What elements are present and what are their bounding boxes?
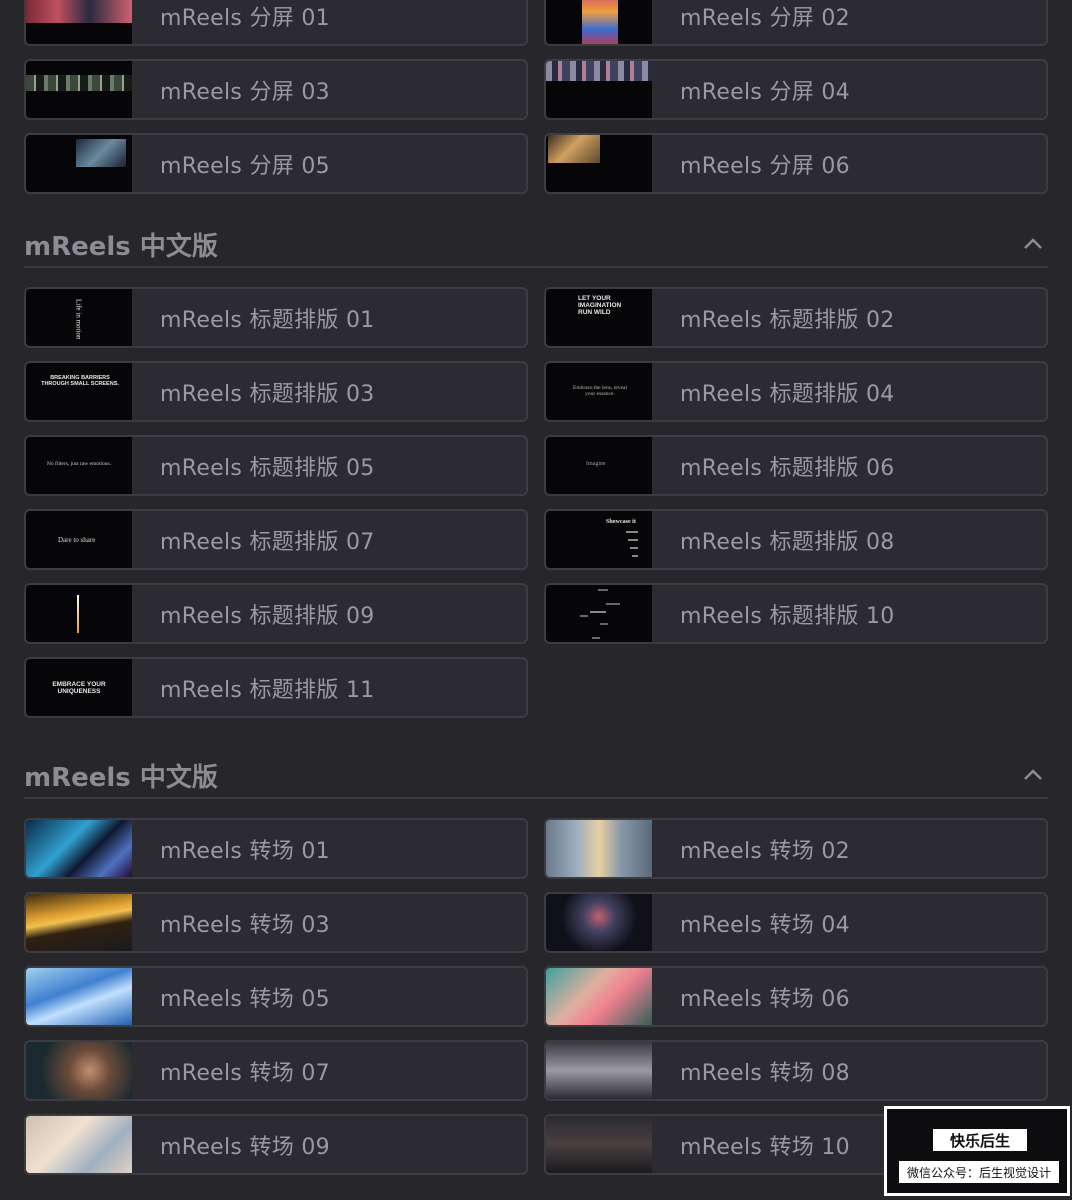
thumbnail <box>546 1042 652 1099</box>
thumbnail: EMBRACE YOUR UNIQUENESS <box>26 659 132 716</box>
chevron-up-icon[interactable] <box>1020 762 1046 788</box>
card-label: mReels 标题排版 03 <box>160 381 375 407</box>
card-label: mReels 分屏 02 <box>680 5 850 31</box>
preset-card-transition-04[interactable]: mReels 转场 04 <box>544 892 1048 953</box>
preset-card-split-05[interactable]: mReels 分屏 05 <box>24 133 528 194</box>
thumbnail: No filters, just raw emotions. <box>26 437 132 494</box>
preset-card-title-01[interactable]: Life in motion mReels 标题排版 01 <box>24 287 528 348</box>
card-label: mReels 标题排版 02 <box>680 307 895 333</box>
preset-card-transition-07[interactable]: mReels 转场 07 <box>24 1040 528 1101</box>
thumbnail <box>26 135 132 192</box>
thumbnail: Embrace the lens, reveal your essence. <box>546 363 652 420</box>
card-label: mReels 转场 05 <box>160 986 330 1012</box>
thumbnail: Showcase it <box>546 511 652 568</box>
thumbnail <box>546 820 652 877</box>
preset-card-title-04[interactable]: Embrace the lens, reveal your essence. m… <box>544 361 1048 422</box>
card-label: mReels 转场 01 <box>160 838 330 864</box>
preset-card-transition-06[interactable]: mReels 转场 06 <box>544 966 1048 1027</box>
card-label: mReels 分屏 03 <box>160 79 330 105</box>
thumbnail <box>546 61 652 118</box>
card-label: mReels 标题排版 04 <box>680 381 895 407</box>
preset-card-title-02[interactable]: LET YOUR IMAGINATION RUN WILD mReels 标题排… <box>544 287 1048 348</box>
preset-card-title-05[interactable]: No filters, just raw emotions. mReels 标题… <box>24 435 528 496</box>
card-label: mReels 标题排版 10 <box>680 603 895 629</box>
preset-card-transition-05[interactable]: mReels 转场 05 <box>24 966 528 1027</box>
preset-card-transition-01[interactable]: mReels 转场 01 <box>24 818 528 879</box>
preset-card-transition-03[interactable]: mReels 转场 03 <box>24 892 528 953</box>
preset-card-split-03[interactable]: mReels 分屏 03 <box>24 59 528 120</box>
typography-grid: Life in motion mReels 标题排版 01 LET YOUR I… <box>24 287 1048 718</box>
thumbnail: Life in motion <box>26 289 132 346</box>
card-label: mReels 转场 06 <box>680 986 850 1012</box>
thumbnail <box>26 0 132 44</box>
section-title: mReels 中文版 <box>24 231 218 262</box>
card-label: mReels 分屏 06 <box>680 153 850 179</box>
thumbnail <box>26 894 132 951</box>
thumbnail: Dare to share <box>26 511 132 568</box>
card-label: mReels 标题排版 08 <box>680 529 895 555</box>
preset-card-title-08[interactable]: Showcase it mReels 标题排版 08 <box>544 509 1048 570</box>
thumbnail <box>26 968 132 1025</box>
card-label: mReels 标题排版 09 <box>160 603 375 629</box>
card-label: mReels 分屏 01 <box>160 5 330 31</box>
split-screen-grid: mReels 分屏 01 mReels 分屏 02 <box>24 0 1048 46</box>
thumbnail <box>546 0 652 44</box>
card-label: mReels 标题排版 01 <box>160 307 375 333</box>
preset-card-split-02[interactable]: mReels 分屏 02 <box>544 0 1048 46</box>
card-label: mReels 标题排版 11 <box>160 677 375 703</box>
card-label: mReels 标题排版 06 <box>680 455 895 481</box>
preset-card-title-06[interactable]: Imagine mReels 标题排版 06 <box>544 435 1048 496</box>
thumbnail <box>546 894 652 951</box>
preset-card-title-11[interactable]: EMBRACE YOUR UNIQUENESS mReels 标题排版 11 <box>24 657 528 718</box>
card-label: mReels 标题排版 07 <box>160 529 375 555</box>
watermark-logo: 快乐后生 微信公众号：后生视觉设计 <box>884 1106 1070 1196</box>
preset-card-transition-09[interactable]: mReels 转场 09 <box>24 1114 528 1175</box>
card-label: mReels 转场 02 <box>680 838 850 864</box>
thumbnail <box>26 61 132 118</box>
preset-card-split-04[interactable]: mReels 分屏 04 <box>544 59 1048 120</box>
card-label: mReels 转场 04 <box>680 912 850 938</box>
card-label: mReels 分屏 05 <box>160 153 330 179</box>
thumbnail <box>546 135 652 192</box>
thumbnail <box>26 1116 132 1173</box>
section-title: mReels 中文版 <box>24 762 218 793</box>
thumbnail <box>26 1042 132 1099</box>
thumbnail <box>26 585 132 642</box>
section-header-transitions[interactable]: mReels 中文版 <box>24 753 1048 799</box>
thumbnail <box>546 585 652 642</box>
thumbnail <box>546 968 652 1025</box>
preset-card-title-09[interactable]: mReels 标题排版 09 <box>24 583 528 644</box>
preset-browser: mReels 分屏 01 mReels 分屏 02 mReels 分屏 03 m… <box>0 0 1072 1200</box>
thumbnail: Imagine <box>546 437 652 494</box>
preset-card-title-10[interactable]: mReels 标题排版 10 <box>544 583 1048 644</box>
preset-card-transition-08[interactable]: mReels 转场 08 <box>544 1040 1048 1101</box>
preset-card-transition-02[interactable]: mReels 转场 02 <box>544 818 1048 879</box>
preset-card-title-07[interactable]: Dare to share mReels 标题排版 07 <box>24 509 528 570</box>
thumbnail <box>26 820 132 877</box>
watermark-title: 快乐后生 <box>933 1129 1027 1151</box>
card-label: mReels 转场 08 <box>680 1060 850 1086</box>
watermark-subtitle: 微信公众号：后生视觉设计 <box>899 1161 1059 1183</box>
card-label: mReels 转场 09 <box>160 1134 330 1160</box>
thumbnail: BREAKING BARRIERS THROUGH SMALL SCREENS. <box>26 363 132 420</box>
card-label: mReels 转场 10 <box>680 1134 850 1160</box>
preset-card-title-03[interactable]: BREAKING BARRIERS THROUGH SMALL SCREENS.… <box>24 361 528 422</box>
card-label: mReels 转场 07 <box>160 1060 330 1086</box>
card-label: mReels 分屏 04 <box>680 79 850 105</box>
section-header-typography[interactable]: mReels 中文版 <box>24 222 1048 268</box>
card-label: mReels 转场 03 <box>160 912 330 938</box>
thumbnail <box>546 1116 652 1173</box>
thumbnail: LET YOUR IMAGINATION RUN WILD <box>546 289 652 346</box>
card-label: mReels 标题排版 05 <box>160 455 375 481</box>
preset-card-split-06[interactable]: mReels 分屏 06 <box>544 133 1048 194</box>
preset-card-split-01[interactable]: mReels 分屏 01 <box>24 0 528 46</box>
split-screen-grid-2: mReels 分屏 03 mReels 分屏 04 mReels 分屏 05 m… <box>24 59 1048 194</box>
chevron-up-icon[interactable] <box>1020 231 1046 257</box>
